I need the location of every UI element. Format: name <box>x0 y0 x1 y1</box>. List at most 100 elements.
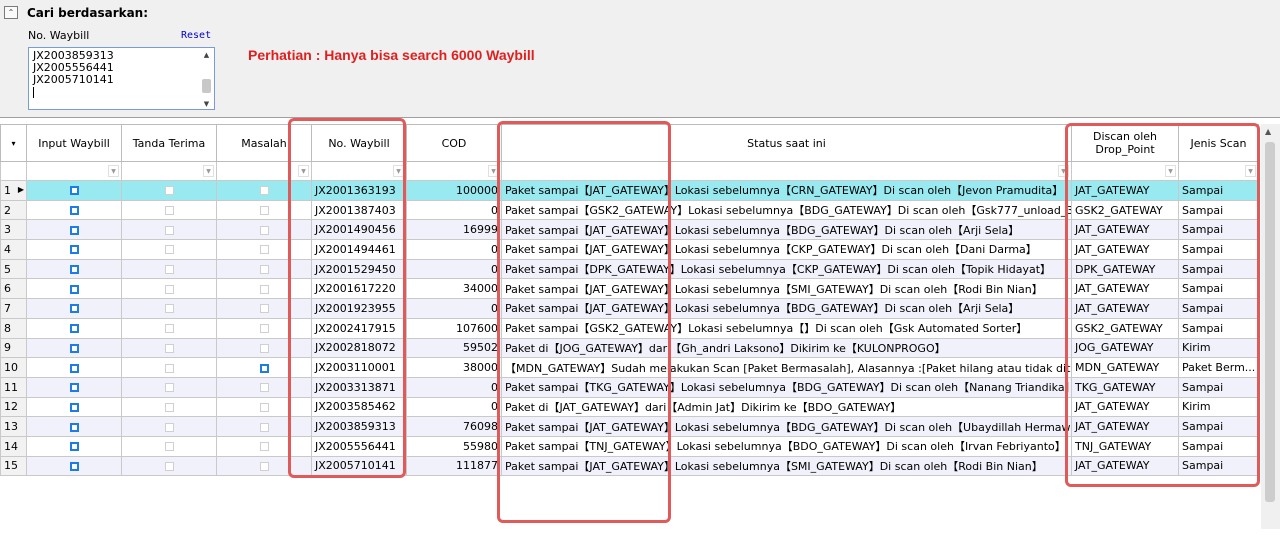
header-masalah[interactable]: Masalah <box>216 124 312 162</box>
row-number[interactable]: 3 <box>0 219 27 241</box>
cell-tanda-terima[interactable] <box>121 239 217 260</box>
cell-masalah[interactable] <box>216 376 312 398</box>
table-row[interactable]: 7 JX2001923955 0 Paket sampai【JAT_GATEWAY】L… <box>0 298 1259 319</box>
filter-no-waybill[interactable]: ▼ <box>311 161 407 181</box>
cell-cod[interactable]: 38000 <box>406 357 502 378</box>
cell-drop-point[interactable]: DPK_GATEWAY <box>1071 258 1179 280</box>
cell-drop-point[interactable]: TKG_GATEWAY <box>1071 376 1179 398</box>
cell-drop-point[interactable]: JAT_GATEWAY <box>1071 396 1179 418</box>
cell-tanda-terima[interactable] <box>121 376 217 398</box>
cell-jenis-scan[interactable]: Sampai <box>1178 416 1259 437</box>
cell-masalah[interactable] <box>216 455 312 477</box>
row-number[interactable]: 1 ▶ <box>0 180 27 201</box>
cell-status[interactable]: Paket di【JAT_GATEWAY】dari【Admin Jat】Diki… <box>501 396 1072 418</box>
filter-dropdown-icon[interactable]: ▼ <box>1058 165 1069 177</box>
header-input-waybill[interactable]: Input Waybill <box>26 124 122 162</box>
scroll-thumb[interactable] <box>1265 142 1275 502</box>
cell-input-waybill[interactable] <box>26 357 122 378</box>
cell-status[interactable]: Paket sampai【GSK2_GATEWAY】Lokasi sebelum… <box>501 199 1072 221</box>
table-row[interactable]: 9 JX2002818072 59502 Paket di【JOG_GATEWAY】d… <box>0 337 1259 359</box>
grid-scrollbar[interactable]: ▲ <box>1261 124 1280 529</box>
row-number[interactable]: 15 <box>0 455 27 477</box>
tanda-terima-checkbox[interactable] <box>164 225 174 235</box>
header-jenis-scan[interactable]: Jenis Scan <box>1178 124 1259 162</box>
cell-cod[interactable]: 16999 <box>406 219 502 241</box>
collapse-icon[interactable]: ⌃ <box>4 6 18 19</box>
cell-drop-point[interactable]: JAT_GATEWAY <box>1071 180 1179 201</box>
tanda-terima-checkbox[interactable] <box>164 343 174 353</box>
cell-jenis-scan[interactable]: Sampai <box>1178 180 1259 201</box>
cell-input-waybill[interactable] <box>26 180 122 201</box>
input-waybill-checkbox[interactable] <box>69 402 79 412</box>
filter-dropdown-icon[interactable]: ▼ <box>108 165 119 177</box>
row-number[interactable]: 8 <box>0 317 27 339</box>
row-number[interactable]: 13 <box>0 416 27 437</box>
cell-masalah[interactable] <box>216 337 312 359</box>
table-row[interactable]: 3 JX2001490456 16999 Paket sampai【JAT_GATEW… <box>0 219 1259 241</box>
reset-link[interactable]: Reset <box>181 30 211 41</box>
cell-no-waybill[interactable]: JX2003585462 <box>311 396 407 418</box>
header-row-selector[interactable]: ▾ <box>0 124 27 162</box>
masalah-checkbox[interactable] <box>259 343 269 353</box>
table-row[interactable]: 5 JX2001529450 0 Paket sampai【DPK_GATEWAY】L… <box>0 258 1259 280</box>
cell-input-waybill[interactable] <box>26 396 122 418</box>
input-waybill-checkbox[interactable] <box>69 343 79 353</box>
input-waybill-checkbox[interactable] <box>69 422 79 432</box>
cell-drop-point[interactable]: GSK2_GATEWAY <box>1071 317 1179 339</box>
cell-cod[interactable]: 107600 <box>406 317 502 339</box>
cell-no-waybill[interactable]: JX2002818072 <box>311 337 407 359</box>
tanda-terima-checkbox[interactable] <box>164 324 174 334</box>
cell-masalah[interactable] <box>216 317 312 339</box>
cell-jenis-scan[interactable]: Sampai <box>1178 258 1259 280</box>
masalah-checkbox[interactable] <box>259 225 269 235</box>
table-row[interactable]: 11 JX2003313871 0 Paket sampai【TKG_GATEWAY】… <box>0 376 1259 398</box>
filter-input-waybill[interactable]: ▼ <box>26 161 122 181</box>
table-row[interactable]: 15 JX2005710141 111877 Paket sampai【JAT_GAT… <box>0 455 1259 477</box>
cell-no-waybill[interactable]: JX2001923955 <box>311 298 407 319</box>
cell-tanda-terima[interactable] <box>121 396 217 418</box>
cell-drop-point[interactable]: GSK2_GATEWAY <box>1071 199 1179 221</box>
table-row[interactable]: 10 JX2003110001 38000 【MDN_GATEWAY】Sudah me… <box>0 357 1259 378</box>
cell-drop-point[interactable]: JOG_GATEWAY <box>1071 337 1179 359</box>
row-number[interactable]: 2 <box>0 199 27 221</box>
input-waybill-checkbox[interactable] <box>69 442 79 452</box>
input-waybill-checkbox[interactable] <box>69 186 79 196</box>
cell-status[interactable]: Paket sampai【GSK2_GATEWAY】Lokasi sebelum… <box>501 317 1072 339</box>
row-number[interactable]: 10 <box>0 357 27 378</box>
filter-dropdown-icon[interactable]: ▼ <box>488 165 499 177</box>
tanda-terima-checkbox[interactable] <box>164 265 174 275</box>
scroll-down-icon[interactable]: ▼ <box>200 98 213 110</box>
cell-jenis-scan[interactable]: Sampai <box>1178 278 1259 300</box>
cell-status[interactable]: Paket sampai【JAT_GATEWAY】Lokasi sebelumn… <box>501 455 1072 477</box>
tanda-terima-checkbox[interactable] <box>164 186 174 196</box>
cell-jenis-scan[interactable]: Sampai <box>1178 239 1259 260</box>
cell-masalah[interactable] <box>216 357 312 378</box>
tanda-terima-checkbox[interactable] <box>164 284 174 294</box>
cell-jenis-scan[interactable]: Sampai <box>1178 317 1259 339</box>
cell-status[interactable]: Paket sampai【TKG_GATEWAY】Lokasi sebelumn… <box>501 376 1072 398</box>
cell-drop-point[interactable]: JAT_GATEWAY <box>1071 416 1179 437</box>
cell-tanda-terima[interactable] <box>121 435 217 457</box>
cell-masalah[interactable] <box>216 239 312 260</box>
masalah-checkbox[interactable] <box>259 461 269 471</box>
scroll-thumb[interactable] <box>202 79 211 93</box>
input-waybill-checkbox[interactable] <box>69 265 79 275</box>
masalah-checkbox[interactable] <box>259 304 269 314</box>
cell-input-waybill[interactable] <box>26 258 122 280</box>
cell-no-waybill[interactable]: JX2005710141 <box>311 455 407 477</box>
cell-tanda-terima[interactable] <box>121 278 217 300</box>
masalah-checkbox[interactable] <box>259 442 269 452</box>
table-row[interactable]: 12 JX2003585462 0 Paket di【JAT_GATEWAY】dari… <box>0 396 1259 418</box>
masalah-checkbox[interactable] <box>259 245 269 255</box>
cell-status[interactable]: Paket di【JOG_GATEWAY】dari【Gh_andri Lakso… <box>501 337 1072 359</box>
cell-tanda-terima[interactable] <box>121 416 217 437</box>
filter-dropdown-icon[interactable]: ▼ <box>1245 165 1256 177</box>
cell-input-waybill[interactable] <box>26 199 122 221</box>
masalah-checkbox[interactable] <box>259 402 269 412</box>
cell-cod[interactable]: 0 <box>406 199 502 221</box>
masalah-checkbox[interactable] <box>259 363 269 373</box>
cell-input-waybill[interactable] <box>26 298 122 319</box>
cell-cod[interactable]: 59502 <box>406 337 502 359</box>
cell-input-waybill[interactable] <box>26 337 122 359</box>
cell-input-waybill[interactable] <box>26 219 122 241</box>
